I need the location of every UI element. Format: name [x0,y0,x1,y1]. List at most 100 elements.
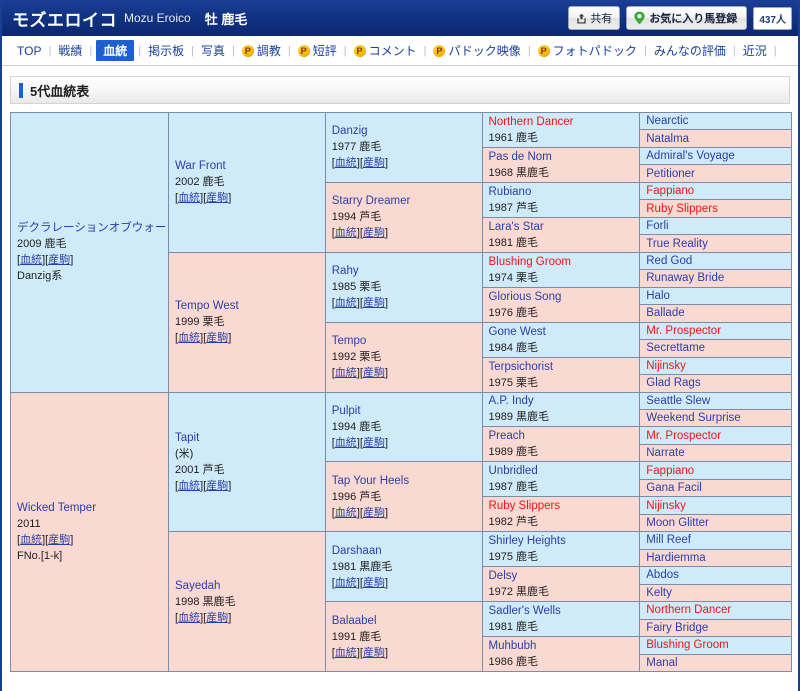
blood-link[interactable]: 血統 [335,647,357,659]
horse-name-link[interactable]: Tap Your Heels [332,473,477,489]
nav-tab-3[interactable]: 血統 [96,40,135,61]
horse-name-link[interactable]: Sayedah [175,578,320,594]
horse-name-link[interactable]: Mr. Prospector [646,324,786,338]
nav-tab-12[interactable]: 近況 [740,41,770,60]
offspring-link[interactable]: 産駒 [363,367,385,379]
horse-name-link[interactable]: Rubiano [489,184,635,200]
horse-name-link[interactable]: Nijinsky [646,499,786,513]
offspring-link[interactable]: 産駒 [363,157,385,169]
horse-name-link[interactable]: Red God [646,254,786,268]
horse-name-link[interactable]: Glorious Song [489,289,635,305]
horse-name-link[interactable]: Danzig [332,123,477,139]
horse-name-link[interactable]: Narrate [646,446,786,460]
horse-name-link[interactable]: Nijinsky [646,359,786,373]
favorite-register-button[interactable]: お気に入り馬登録 [626,6,748,30]
horse-name-link[interactable]: Manal [646,656,786,670]
horse-name-link[interactable]: Fappiano [646,184,786,198]
nav-tab-6[interactable]: P 調教 [239,41,284,60]
share-button[interactable]: 共有 [568,6,621,30]
horse-name-link[interactable]: Mill Reef [646,533,786,547]
horse-name-link[interactable]: Weekend Surprise [646,411,786,425]
horse-name-link[interactable]: War Front [175,158,320,174]
nav-tab-10[interactable]: P フォトパドック [535,41,640,60]
horse-name-link[interactable]: Blushing Groom [489,254,635,270]
horse-name-link[interactable]: Delsy [489,568,635,584]
blood-link[interactable]: 血統 [335,507,357,519]
nav-tab-8[interactable]: P コメント [351,41,420,60]
horse-name-link[interactable]: Ruby Slippers [489,498,635,514]
offspring-link[interactable]: 産駒 [363,647,385,659]
horse-name-link[interactable]: Forli [646,219,786,233]
horse-name-link[interactable]: Terpsichorist [489,359,635,375]
offspring-link[interactable]: 産駒 [363,437,385,449]
horse-name-link[interactable]: Balaabel [332,613,477,629]
offspring-link[interactable]: 産駒 [363,577,385,589]
blood-link[interactable]: 血統 [20,534,42,546]
horse-name-link[interactable]: Ballade [646,306,786,320]
horse-name-link[interactable]: Rahy [332,263,477,279]
horse-name-link[interactable]: Northern Dancer [646,603,786,617]
horse-name-link[interactable]: Northern Dancer [489,114,635,130]
nav-tab-9[interactable]: P パドック映像 [430,41,523,60]
offspring-link[interactable]: 産駒 [363,297,385,309]
offspring-link[interactable]: 産駒 [363,227,385,239]
nav-tab-5[interactable]: 写真 [198,41,228,60]
offspring-link[interactable]: 産駒 [206,612,228,624]
horse-name-link[interactable]: Nearctic [646,114,786,128]
offspring-link[interactable]: 産駒 [363,507,385,519]
horse-name-link[interactable]: Runaway Bride [646,271,786,285]
blood-link[interactable]: 血統 [20,254,42,266]
horse-name-link[interactable]: Gone West [489,324,635,340]
horse-name-link[interactable]: Pas de Nom [489,149,635,165]
horse-name-link[interactable]: Fappiano [646,464,786,478]
horse-name-link[interactable]: Mr. Prospector [646,429,786,443]
nav-tab-11[interactable]: みんなの評価 [651,41,729,60]
horse-name-link[interactable]: Starry Dreamer [332,193,477,209]
horse-name-link[interactable]: Tempo [332,333,477,349]
offspring-link[interactable]: 産駒 [48,254,70,266]
horse-name-link[interactable]: Pulpit [332,403,477,419]
nav-tab-2[interactable]: 戦績 [55,41,85,60]
nav-tab-7[interactable]: P 短評 [295,41,340,60]
horse-name-link[interactable]: Preach [489,428,635,444]
blood-link[interactable]: 血統 [178,612,200,624]
blood-link[interactable]: 血統 [335,367,357,379]
horse-name-link[interactable]: Halo [646,289,786,303]
horse-name-link[interactable]: Ruby Slippers [646,202,786,216]
horse-name-link[interactable]: Glad Rags [646,376,786,390]
blood-link[interactable]: 血統 [178,480,200,492]
horse-name-link[interactable]: Darshaan [332,543,477,559]
horse-name-link[interactable]: True Reality [646,237,786,251]
horse-name-link[interactable]: Secrettame [646,341,786,355]
horse-name-link[interactable]: Moon Glitter [646,516,786,530]
horse-name-link[interactable]: Tapit [175,430,320,446]
horse-name-link[interactable]: A.P. Indy [489,393,635,409]
horse-name-link[interactable]: Lara's Star [489,219,635,235]
blood-link[interactable]: 血統 [178,332,200,344]
nav-tab-4[interactable]: 掲示板 [145,41,187,60]
horse-name-link[interactable]: Muhbubh [489,638,635,654]
offspring-link[interactable]: 産駒 [206,480,228,492]
blood-link[interactable]: 血統 [335,227,357,239]
horse-name-link[interactable]: Shirley Heights [489,533,635,549]
blood-link[interactable]: 血統 [335,297,357,309]
horse-name-link[interactable]: Natalma [646,132,786,146]
offspring-link[interactable]: 産駒 [206,332,228,344]
horse-name-link[interactable]: Hardiemma [646,551,786,565]
nav-tab-1[interactable]: TOP [14,43,44,59]
blood-link[interactable]: 血統 [335,577,357,589]
horse-name-link[interactable]: Tempo West [175,298,320,314]
blood-link[interactable]: 血統 [335,157,357,169]
horse-name-link[interactable]: Kelty [646,586,786,600]
horse-name-link[interactable]: Abdos [646,568,786,582]
horse-name-link[interactable]: Gana Facil [646,481,786,495]
horse-name-link[interactable]: Blushing Groom [646,638,786,652]
blood-link[interactable]: 血統 [335,437,357,449]
offspring-link[interactable]: 産駒 [206,192,228,204]
offspring-link[interactable]: 産駒 [48,534,70,546]
horse-name-link[interactable]: Wicked Temper [17,500,163,516]
horse-name-link[interactable]: Sadler's Wells [489,603,635,619]
horse-name-link[interactable]: Petitioner [646,167,786,181]
horse-name-link[interactable]: Seattle Slew [646,394,786,408]
blood-link[interactable]: 血統 [178,192,200,204]
